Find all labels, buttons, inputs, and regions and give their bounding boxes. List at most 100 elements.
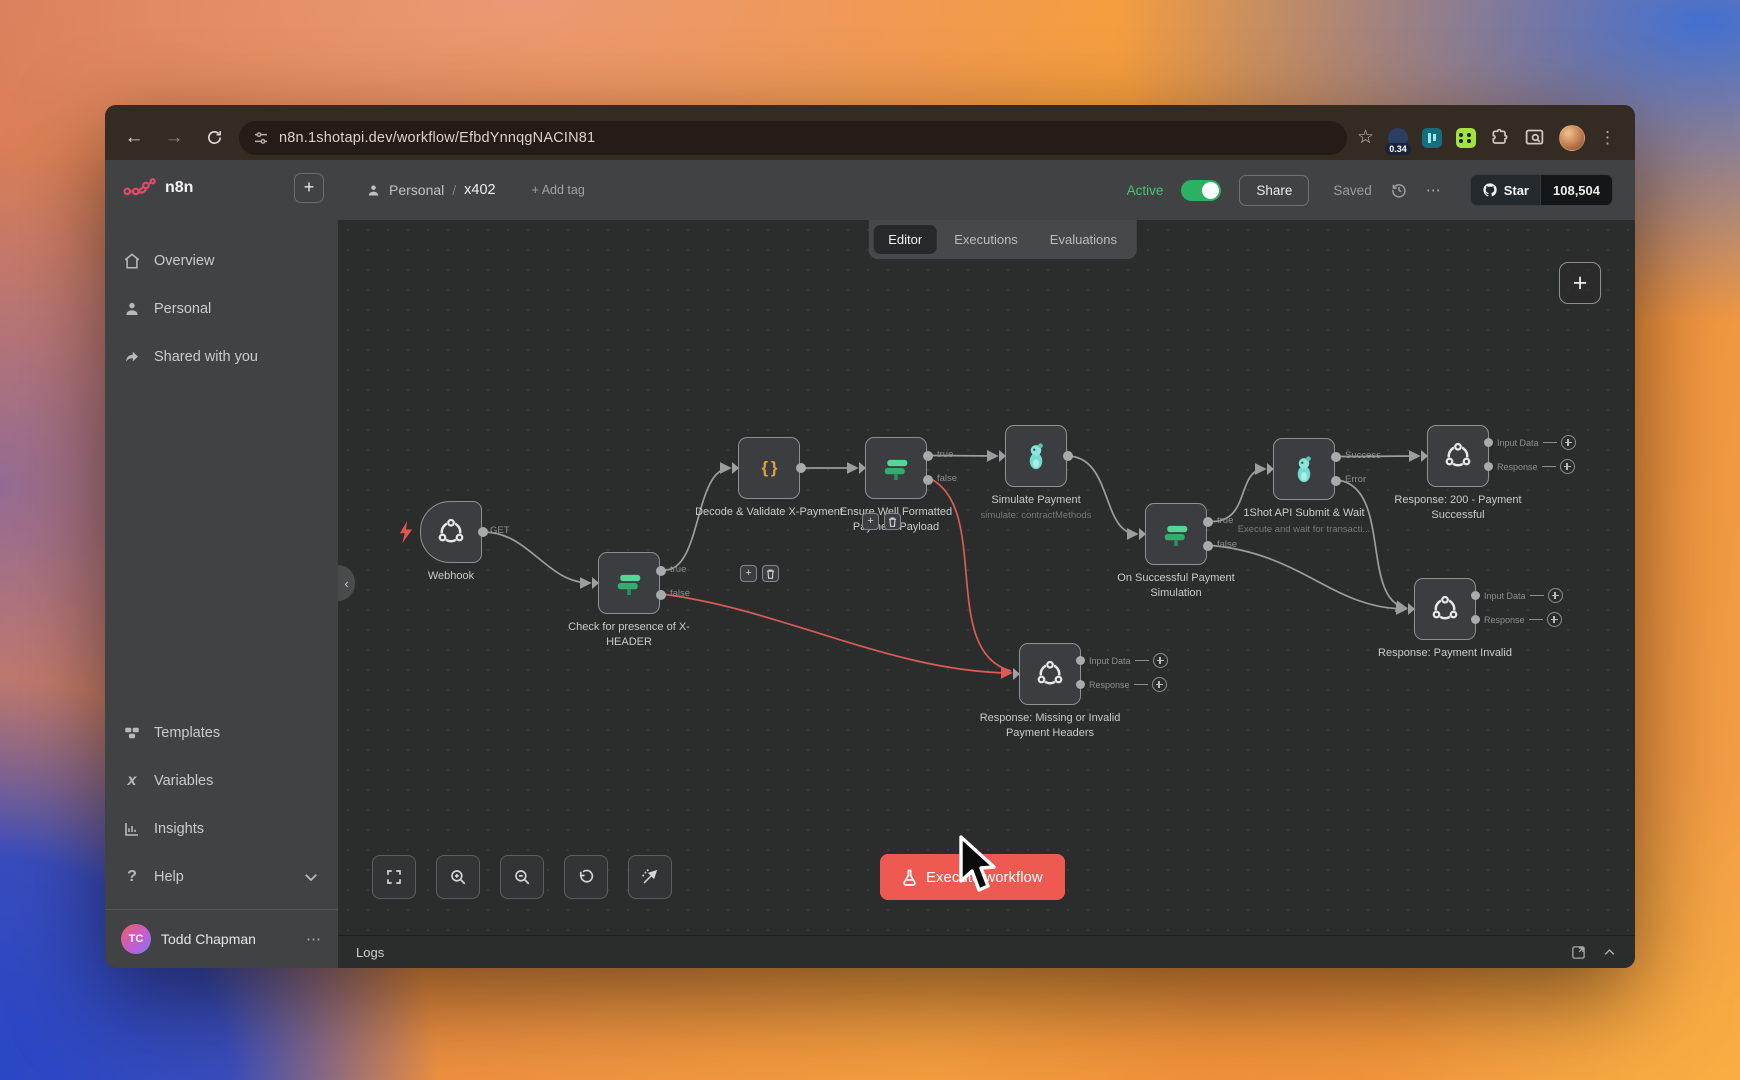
input-port[interactable] bbox=[1408, 603, 1415, 615]
input-port[interactable] bbox=[1421, 450, 1428, 462]
input-port[interactable] bbox=[732, 462, 739, 474]
sidebar-item-insights[interactable]: Insights bbox=[105, 805, 338, 853]
chevron-up-icon[interactable] bbox=[1602, 945, 1617, 960]
share-button[interactable]: Share bbox=[1239, 174, 1310, 206]
teal-extension-icon[interactable] bbox=[1422, 127, 1442, 148]
user-menu[interactable]: TC Todd Chapman ⋯ bbox=[105, 909, 338, 968]
undo-button[interactable] bbox=[564, 855, 608, 899]
add-node-on-connection-icon[interactable]: + bbox=[740, 565, 757, 582]
help-icon: ? bbox=[127, 868, 137, 885]
input-port[interactable] bbox=[592, 577, 599, 589]
fit-view-button[interactable] bbox=[372, 855, 416, 899]
url-bar[interactable]: n8n.1shotapi.dev/workflow/EfbdYnnqgNACIN… bbox=[239, 120, 1347, 155]
add-node-on-connection-icon[interactable]: + bbox=[862, 513, 879, 530]
tidy-up-button[interactable] bbox=[628, 855, 672, 899]
output-port[interactable] bbox=[1484, 438, 1493, 447]
sidebar-item-variables[interactable]: x Variables bbox=[105, 757, 338, 805]
workflow-name[interactable]: x402 bbox=[464, 182, 495, 198]
node-response-200[interactable]: Input Data Response Response: 200 - Paym… bbox=[1394, 425, 1576, 521]
input-port[interactable] bbox=[1013, 668, 1020, 680]
output-port[interactable] bbox=[1484, 462, 1493, 471]
input-port[interactable] bbox=[1267, 463, 1274, 475]
output-port[interactable] bbox=[1471, 615, 1480, 624]
output-port[interactable] bbox=[795, 463, 806, 473]
delete-connection-icon[interactable] bbox=[884, 513, 901, 530]
breadcrumb-project[interactable]: Personal bbox=[389, 182, 444, 198]
github-star-widget[interactable]: Star 108,504 bbox=[1469, 174, 1613, 206]
reload-glyph bbox=[207, 131, 221, 144]
node-on-successful-simulation[interactable]: On Successful Payment Simulation bbox=[1117, 503, 1235, 599]
wallet-extension-icon[interactable]: 0.34 bbox=[1385, 127, 1411, 155]
node-response-missing-headers[interactable]: Input Data Response Response: Missing or… bbox=[980, 643, 1168, 739]
output-port[interactable] bbox=[477, 527, 488, 537]
output-port[interactable] bbox=[1471, 591, 1480, 600]
add-connection-icon[interactable] bbox=[1547, 588, 1563, 603]
node-oneshot-submit-wait[interactable]: 1Shot API Submit & Wait Execute and wait… bbox=[1238, 438, 1370, 535]
connection-toolbar: + bbox=[740, 565, 779, 582]
user-options-icon[interactable]: ⋯ bbox=[306, 930, 322, 948]
reload-icon[interactable] bbox=[199, 123, 229, 153]
logs-panel-header[interactable]: Logs bbox=[338, 935, 1635, 968]
output-port-false[interactable] bbox=[1202, 540, 1213, 551]
node-simulate-payment[interactable]: Simulate Payment simulate: contractMetho… bbox=[981, 425, 1091, 521]
saved-status: Saved bbox=[1333, 182, 1372, 198]
sidebar-item-shared[interactable]: Shared with you bbox=[105, 333, 338, 381]
input-port[interactable] bbox=[1139, 528, 1146, 540]
sidebar-item-templates[interactable]: Templates bbox=[105, 709, 338, 757]
output-port-error[interactable] bbox=[1330, 475, 1341, 486]
history-icon[interactable] bbox=[1390, 181, 1408, 199]
add-tag-button[interactable]: + Add tag bbox=[532, 183, 585, 197]
output-port-true[interactable] bbox=[922, 450, 933, 461]
back-icon[interactable]: ← bbox=[119, 123, 149, 153]
output-port-true[interactable] bbox=[1202, 516, 1213, 527]
add-connection-icon[interactable] bbox=[1151, 677, 1167, 692]
forward-icon[interactable]: → bbox=[159, 123, 189, 153]
node-decode-validate[interactable]: { } Decode & Validate X-Payment bbox=[695, 437, 843, 518]
node-label: On Successful Payment Simulation bbox=[1117, 572, 1235, 599]
open-in-new-panel-icon[interactable] bbox=[1571, 945, 1586, 960]
sidebar-item-help[interactable]: ? Help bbox=[105, 853, 338, 901]
delete-connection-icon[interactable] bbox=[762, 565, 779, 582]
node-label: Response: Payment Invalid bbox=[1378, 647, 1512, 659]
node-ensure-formatted[interactable]: Ensure Well Formatted Payment Payload bbox=[840, 437, 952, 533]
browser-menu-icon[interactable]: ⋮ bbox=[1599, 128, 1617, 148]
input-port[interactable] bbox=[859, 462, 866, 474]
output-port-success[interactable] bbox=[1330, 451, 1341, 462]
add-connection-icon[interactable] bbox=[1560, 435, 1576, 450]
output-port[interactable] bbox=[1062, 451, 1073, 461]
browser-profile-avatar[interactable] bbox=[1559, 124, 1585, 151]
node-webhook[interactable]: Webhook bbox=[399, 501, 488, 582]
extensions-puzzle-icon[interactable] bbox=[1490, 128, 1510, 148]
port-connector bbox=[1542, 441, 1557, 444]
site-settings-icon[interactable] bbox=[253, 130, 269, 146]
output-port[interactable] bbox=[1076, 656, 1085, 665]
new-workflow-button[interactable]: + bbox=[294, 172, 324, 203]
output-port-false[interactable] bbox=[655, 589, 666, 600]
add-connection-icon[interactable] bbox=[1559, 459, 1575, 474]
add-connection-icon[interactable] bbox=[1152, 653, 1168, 668]
node-response-payment-invalid[interactable]: Input Data Response Response: Payment In… bbox=[1378, 578, 1563, 659]
variables-x-icon: x bbox=[127, 772, 137, 789]
bookmark-star-icon[interactable]: ☆ bbox=[1357, 126, 1374, 149]
active-toggle[interactable] bbox=[1181, 179, 1222, 201]
input-port[interactable] bbox=[999, 450, 1006, 462]
green-extension-icon[interactable] bbox=[1456, 127, 1476, 148]
side-panel-search-icon[interactable] bbox=[1524, 127, 1545, 148]
node-label: Check for presence of X-HEADER bbox=[568, 621, 690, 648]
sidebar-item-overview[interactable]: Overview bbox=[105, 237, 338, 285]
add-connection-icon[interactable] bbox=[1546, 612, 1562, 627]
port-connector bbox=[1134, 659, 1149, 662]
dot bbox=[1467, 138, 1471, 143]
output-port[interactable] bbox=[1076, 680, 1085, 689]
url-text[interactable]: n8n.1shotapi.dev/workflow/EfbdYnnqgNACIN… bbox=[279, 130, 595, 146]
output-port-false[interactable] bbox=[922, 474, 933, 485]
node-check-x-header[interactable]: Check for presence of X-HEADER bbox=[568, 552, 690, 648]
zoom-out-button[interactable] bbox=[500, 855, 544, 899]
workflow-menu-icon[interactable]: ⋯ bbox=[1426, 181, 1442, 199]
insights-chart-icon bbox=[125, 823, 138, 836]
sidebar-item-personal[interactable]: Personal bbox=[105, 285, 338, 333]
zoom-in-button[interactable] bbox=[436, 855, 480, 899]
workflow-canvas[interactable]: Editor Executions Evaluations + ‹ Webhoo… bbox=[338, 220, 1635, 935]
connection-label: false bbox=[1217, 539, 1238, 550]
output-port-true[interactable] bbox=[655, 565, 666, 576]
